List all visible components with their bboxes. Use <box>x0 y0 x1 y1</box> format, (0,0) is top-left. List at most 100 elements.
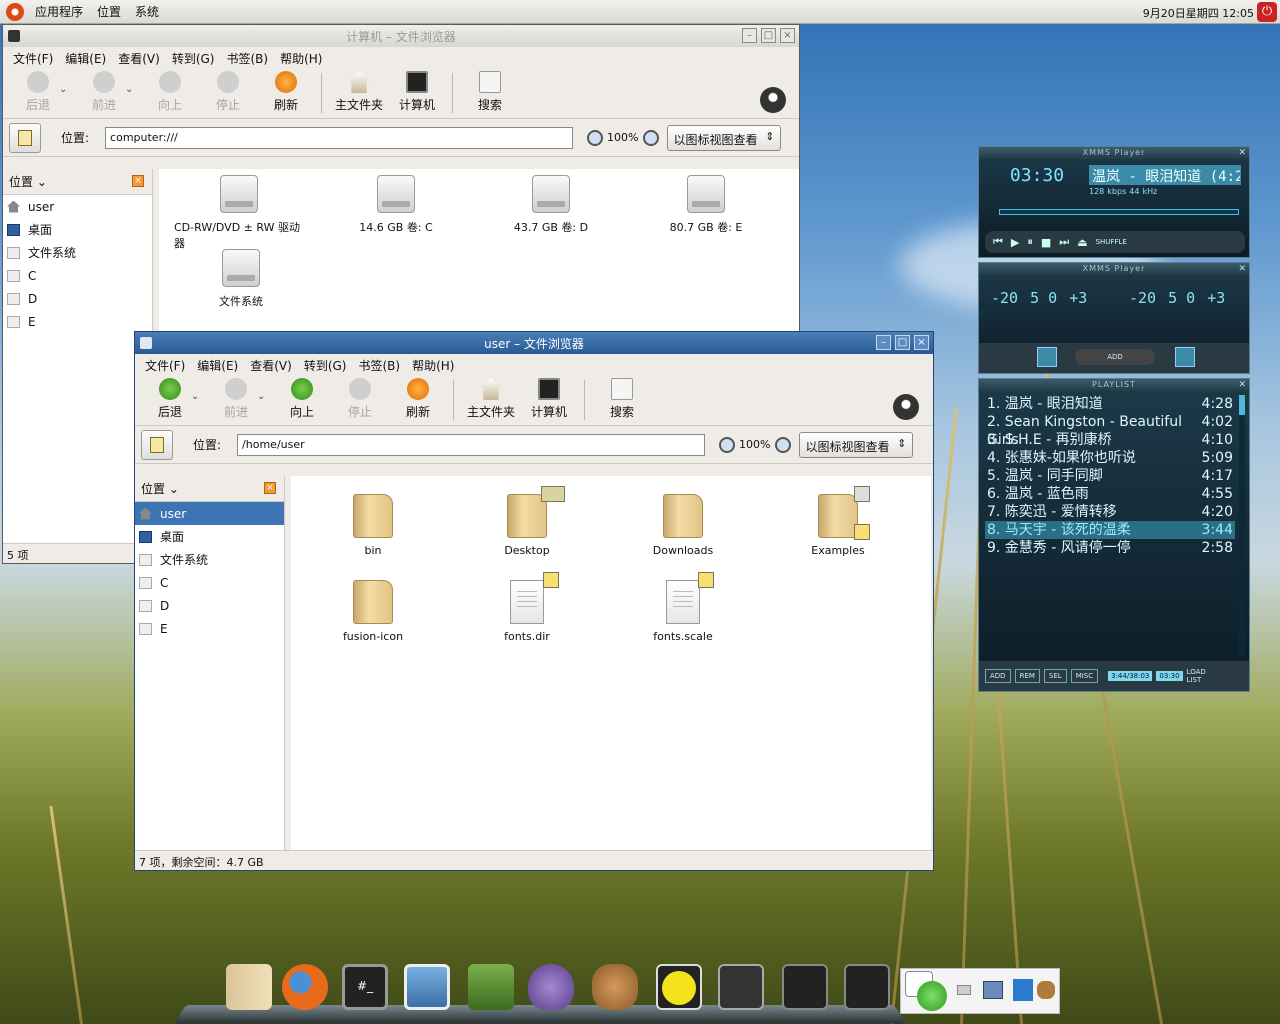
file-item[interactable]: fonts.dir <box>462 580 592 643</box>
xmms-title[interactable]: XMMS Player <box>979 147 1249 159</box>
titlebar[interactable]: user – 文件浏览器 – □ × <box>135 332 933 354</box>
network-dock-icon[interactable] <box>718 964 764 1010</box>
playlist-item[interactable]: 4. 张惠妹-如果你也听说 5:09 <box>985 449 1235 467</box>
file-item[interactable]: fonts.scale <box>618 580 748 643</box>
refresh-button[interactable]: 刷新 <box>257 71 315 113</box>
eq-left-button[interactable] <box>1037 347 1057 367</box>
location-input[interactable]: computer:/// <box>105 126 574 149</box>
file-item[interactable]: 80.7 GB 卷: E <box>641 175 771 235</box>
file-item[interactable]: 文件系统 <box>176 249 306 309</box>
printer-icon[interactable] <box>957 985 971 995</box>
minimize-button[interactable]: – <box>742 28 757 43</box>
menu-go[interactable]: 转到(G) <box>166 50 221 67</box>
menu-places[interactable]: 位置 <box>90 3 128 20</box>
file-item[interactable]: 43.7 GB 卷: D <box>486 175 616 235</box>
next-icon[interactable]: ⏭ <box>1059 235 1069 249</box>
menu-bookmarks[interactable]: 书签(B) <box>220 50 274 67</box>
dictionary-dock-icon[interactable] <box>468 964 514 1010</box>
time-display[interactable]: 03:30 <box>999 165 1075 187</box>
sidebar-item-user[interactable]: user <box>3 195 152 218</box>
sidebar-item-filesystem[interactable]: 文件系统 <box>3 241 152 264</box>
toggle-location-button[interactable] <box>9 122 41 153</box>
menu-go[interactable]: 转到(G) <box>298 357 353 374</box>
load-list-button[interactable]: LOAD LIST <box>1187 668 1209 684</box>
close-button[interactable]: × <box>914 335 929 350</box>
seek-bar[interactable] <box>999 209 1239 215</box>
forward-history-dropdown[interactable]: ⌄ <box>257 391 273 402</box>
firefox-dock-icon[interactable] <box>282 964 328 1010</box>
file-item[interactable]: bin <box>308 494 438 557</box>
window-manager-icon[interactable] <box>1013 979 1033 1001</box>
menu-file[interactable]: 文件(F) <box>7 50 59 67</box>
sidebar-header[interactable]: 位置 ⌄ × <box>135 476 284 502</box>
file-manager-dock-icon[interactable] <box>226 964 272 1010</box>
remove-button[interactable]: REM <box>1014 669 1040 683</box>
eq-title[interactable]: XMMS Player <box>979 263 1249 275</box>
add-button[interactable]: ADD <box>985 669 1011 683</box>
computer-button[interactable]: 计算机 <box>388 71 446 113</box>
forward-history-dropdown[interactable]: ⌄ <box>125 84 141 95</box>
eq-right-button[interactable] <box>1175 347 1195 367</box>
file-item[interactable]: Examples <box>773 494 903 557</box>
pause-icon[interactable]: ⏸ <box>1027 235 1033 249</box>
xmms-dock-icon[interactable] <box>782 964 828 1010</box>
file-item[interactable]: Desktop <box>462 494 592 557</box>
eject-icon[interactable]: ⏏ <box>1077 236 1087 249</box>
window-menu-icon[interactable] <box>8 30 20 42</box>
playlist-item[interactable]: 5. 温岚 - 同手同脚 4:17 <box>985 467 1235 485</box>
search-button[interactable]: 搜索 <box>461 71 519 113</box>
shuffle-button[interactable]: SHUFFLE <box>1096 238 1127 246</box>
maximize-button[interactable]: □ <box>895 335 910 350</box>
song-title-display[interactable]: 温岚 - 眼泪知道 (4:28) <box>1089 165 1241 185</box>
titlebar[interactable]: 计算机 – 文件浏览器 – □ × <box>3 25 799 47</box>
playlist-scrollbar[interactable] <box>1239 395 1245 657</box>
menu-applications[interactable]: 应用程序 <box>28 3 90 20</box>
select-button[interactable]: SEL <box>1043 669 1067 683</box>
sidebar-item-d[interactable]: D <box>3 287 152 310</box>
close-icon[interactable]: ✕ <box>1238 380 1246 390</box>
maximize-button[interactable]: □ <box>761 28 776 43</box>
close-icon[interactable]: ✕ <box>1238 148 1246 158</box>
sidebar-item-user[interactable]: user <box>135 502 284 525</box>
sidebar-header[interactable]: 位置 ⌄ × <box>3 169 152 195</box>
stop-button[interactable]: 停止 <box>331 378 389 420</box>
file-item[interactable]: Downloads <box>618 494 748 557</box>
playlist-title[interactable]: PLAYLIST <box>979 379 1249 391</box>
terminal-dock-icon[interactable]: #_ <box>342 964 388 1010</box>
playlist-item[interactable]: 6. 温岚 - 蓝色雨 4:55 <box>985 485 1235 503</box>
refresh-button[interactable]: 刷新 <box>389 378 447 420</box>
menu-edit[interactable]: 编辑(E) <box>59 50 112 67</box>
up-button[interactable]: 向上 <box>273 378 331 420</box>
zoom-out-icon[interactable] <box>719 436 736 453</box>
close-icon[interactable]: ✕ <box>1238 264 1246 274</box>
playlist-item[interactable]: 3. S.H.E - 再别康桥 4:10 <box>985 431 1235 449</box>
playlist-item[interactable]: 7. 陈奕迅 - 爱情转移 4:20 <box>985 503 1235 521</box>
pidgin-dock-icon[interactable] <box>528 964 574 1010</box>
playlist-item[interactable]: 9. 金慧秀 - 风请停一停 2:58 <box>985 539 1235 557</box>
view-selector[interactable]: 以图标视图查看 <box>798 431 913 458</box>
misc-button[interactable]: MISC <box>1070 669 1099 683</box>
sidebar-item-desktop[interactable]: 桌面 <box>3 218 152 241</box>
close-sidebar-icon[interactable]: × <box>264 482 276 494</box>
location-input[interactable]: /home/user <box>237 433 706 456</box>
amule-tray-icon[interactable] <box>1037 981 1055 999</box>
toggle-location-button[interactable] <box>141 429 173 460</box>
sidebar-item-e[interactable]: E <box>3 310 152 333</box>
search-button[interactable]: 搜索 <box>593 378 651 420</box>
up-button[interactable]: 向上 <box>141 71 199 113</box>
menu-system[interactable]: 系统 <box>128 3 166 20</box>
menu-edit[interactable]: 编辑(E) <box>191 357 244 374</box>
sidebar-item-filesystem[interactable]: 文件系统 <box>135 548 284 571</box>
home-button[interactable]: 主文件夹 <box>330 71 388 113</box>
view-selector[interactable]: 以图标视图查看 <box>666 124 781 151</box>
file-item[interactable]: fusion-icon <box>308 580 438 643</box>
menu-file[interactable]: 文件(F) <box>139 357 191 374</box>
window-menu-icon[interactable] <box>140 337 152 349</box>
previous-icon[interactable]: ⏮ <box>993 235 1003 249</box>
menu-bookmarks[interactable]: 书签(B) <box>352 357 406 374</box>
smiley-dock-icon[interactable] <box>656 964 702 1010</box>
stop-button[interactable]: 停止 <box>199 71 257 113</box>
minimize-button[interactable]: – <box>876 335 891 350</box>
play-icon[interactable]: ▶ <box>1011 236 1019 249</box>
file-item[interactable]: 14.6 GB 卷: C <box>331 175 461 235</box>
